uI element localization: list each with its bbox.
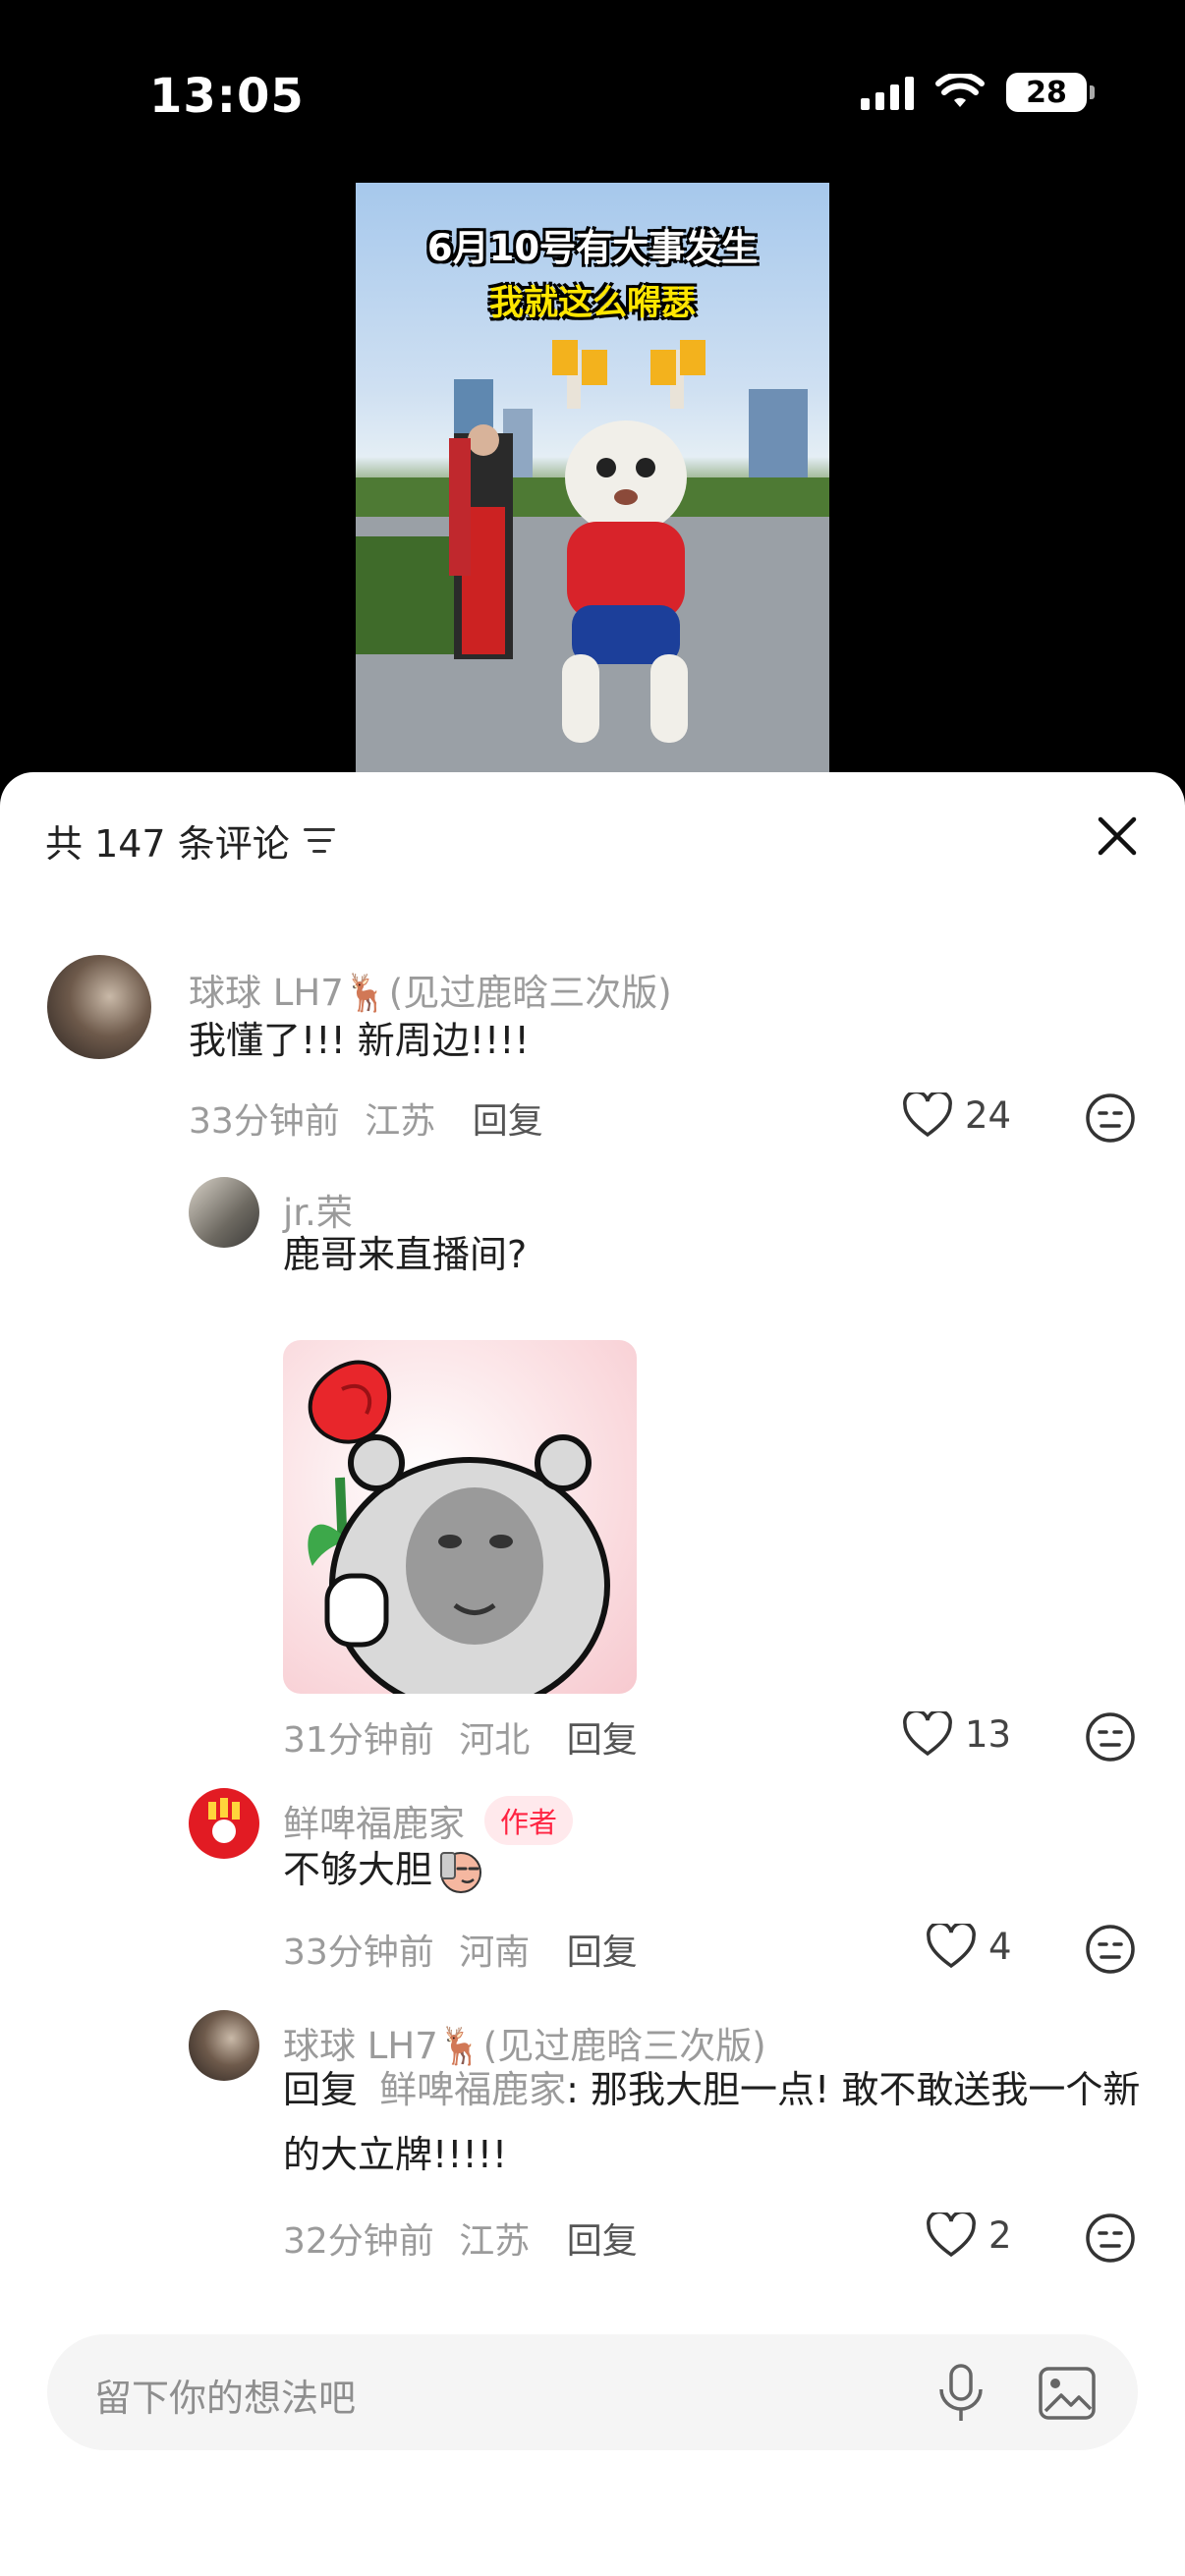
video-preview[interactable]: 6月10号有大事发生 我就这么嘚瑟 bbox=[356, 183, 829, 792]
like-button[interactable]: 2 bbox=[926, 2212, 1012, 2258]
comment-meta: 32分钟前 江苏 回复 bbox=[283, 2212, 638, 2264]
comment-location: 河南 bbox=[459, 1932, 531, 1973]
comment-input-bar[interactable]: 留下你的想法吧 bbox=[47, 2334, 1138, 2450]
comment-text[interactable]: 我懂了!!! 新周边!!!! bbox=[189, 1008, 530, 1073]
heart-icon bbox=[903, 1711, 952, 1757]
like-button[interactable]: 13 bbox=[902, 1711, 1011, 1757]
reply-button[interactable]: 回复 bbox=[567, 2221, 638, 2262]
status-time: 13:05 bbox=[149, 69, 305, 124]
comment-sticker-image[interactable] bbox=[283, 1340, 637, 1694]
comment-meta: 33分钟前 江苏 回复 bbox=[189, 1092, 543, 1144]
avatar[interactable] bbox=[189, 1177, 259, 1248]
signal-icon bbox=[861, 75, 914, 110]
dislike-face-icon[interactable] bbox=[1085, 1711, 1136, 1763]
reply-button[interactable]: 回复 bbox=[567, 1720, 638, 1761]
reply-button[interactable]: 回复 bbox=[473, 1101, 543, 1142]
like-count: 24 bbox=[965, 1093, 1012, 1137]
reply-prefix: 回复 bbox=[283, 2068, 359, 2111]
comment-location: 河北 bbox=[459, 1720, 531, 1761]
image-icon[interactable] bbox=[1038, 2366, 1097, 2421]
mention-link[interactable]: 鲜啤福鹿家 bbox=[379, 2068, 566, 2111]
comment-location: 江苏 bbox=[365, 1101, 436, 1142]
comment-meta: 33分钟前 河南 回复 bbox=[283, 1924, 638, 1975]
comment-meta: 31分钟前 河北 回复 bbox=[283, 1711, 638, 1763]
avatar[interactable] bbox=[189, 1788, 259, 1859]
comment-text-content: 不够大胆 bbox=[283, 1848, 433, 1891]
close-icon[interactable] bbox=[1093, 812, 1142, 861]
microphone-icon[interactable] bbox=[931, 2362, 990, 2425]
comment-time: 31分钟前 bbox=[283, 1720, 434, 1761]
reply-button[interactable]: 回复 bbox=[567, 1932, 638, 1973]
video-scene bbox=[356, 340, 829, 792]
comment-count-title: 共 147 条评论 bbox=[45, 822, 290, 866]
comment-text[interactable]: 回复 鲜啤福鹿家: 那我大胆一点! 敢不敢送我一个新的大立牌!!!!! bbox=[283, 2057, 1148, 2187]
avatar[interactable] bbox=[189, 2010, 259, 2081]
like-count: 13 bbox=[965, 1712, 1012, 1756]
rose-bear-sticker bbox=[308, 1360, 610, 1694]
dislike-face-icon[interactable] bbox=[1085, 2212, 1136, 2264]
battery-icon: 28 bbox=[1006, 73, 1095, 112]
comment-text[interactable]: 不够大胆 bbox=[283, 1837, 485, 1902]
wifi-icon bbox=[935, 74, 985, 107]
avatar[interactable] bbox=[47, 955, 151, 1059]
status-icons: 28 bbox=[861, 73, 1095, 112]
smirk-emoji-icon bbox=[440, 1852, 482, 1893]
comments-sheet: 共 147 条评论 球球 LH7🦌(见过鹿晗三次版) 我懂了!!! 新周边!!!… bbox=[0, 772, 1185, 2576]
deer-logo-icon bbox=[208, 1798, 240, 1843]
like-count: 2 bbox=[988, 2213, 1012, 2257]
sort-icon[interactable] bbox=[302, 826, 337, 856]
comment-time: 33分钟前 bbox=[283, 1932, 434, 1973]
author-badge: 作者 bbox=[484, 1796, 574, 1845]
heart-icon bbox=[903, 1092, 952, 1138]
like-button[interactable]: 24 bbox=[902, 1092, 1011, 1138]
like-button[interactable]: 4 bbox=[926, 1924, 1012, 1969]
comments-header: 共 147 条评论 bbox=[45, 813, 337, 868]
like-count: 4 bbox=[988, 1925, 1012, 1968]
comment-time: 33分钟前 bbox=[189, 1101, 340, 1142]
dislike-face-icon[interactable] bbox=[1085, 1924, 1136, 1975]
video-caption-subtitle: 我就这么嘚瑟 bbox=[488, 284, 696, 323]
dislike-face-icon[interactable] bbox=[1085, 1092, 1136, 1144]
heart-icon bbox=[927, 1924, 976, 1969]
heart-icon bbox=[927, 2212, 976, 2258]
comment-location: 江苏 bbox=[459, 2221, 531, 2262]
video-caption-title: 6月10号有大事发生 bbox=[426, 227, 759, 269]
comment-text[interactable]: 鹿哥来直播间? bbox=[283, 1222, 527, 1287]
comment-time: 32分钟前 bbox=[283, 2221, 434, 2262]
comment-input[interactable]: 留下你的想法吧 bbox=[94, 2368, 356, 2422]
